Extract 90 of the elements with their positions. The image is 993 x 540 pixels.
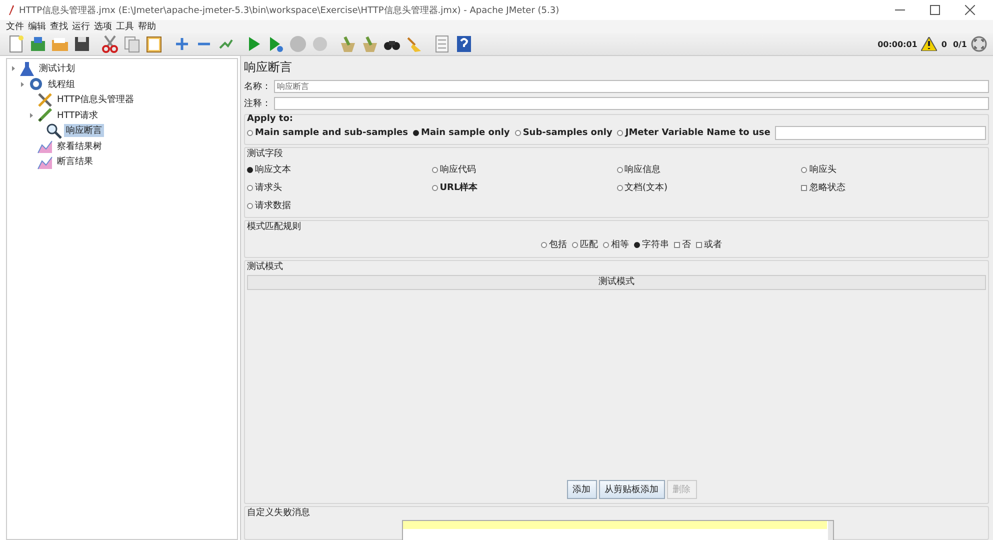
tools-icon bbox=[37, 92, 53, 108]
radio-button[interactable] bbox=[247, 184, 253, 190]
thread-count: 0/1 bbox=[952, 40, 967, 48]
tree-node[interactable]: HTTP请求 bbox=[55, 108, 100, 122]
comment-field[interactable] bbox=[274, 97, 989, 110]
radio-button[interactable] bbox=[432, 166, 438, 172]
option-label[interactable]: Main sample and sub-samples bbox=[255, 128, 408, 138]
option-label[interactable]: Main sample only bbox=[421, 128, 510, 138]
option-label[interactable]: 响应头 bbox=[809, 163, 836, 176]
elapsed-time: 00:00:01 bbox=[878, 40, 918, 48]
option-label[interactable]: 忽略状态 bbox=[809, 181, 846, 194]
menu-item[interactable]: 工具 bbox=[116, 20, 134, 33]
warning-count: 0 bbox=[941, 40, 947, 48]
group-title: Apply to: bbox=[247, 114, 294, 124]
scrollbar[interactable] bbox=[828, 521, 833, 540]
group-title: 测试字段 bbox=[247, 148, 284, 160]
add-button[interactable]: 添加 bbox=[566, 480, 596, 499]
help-icon[interactable] bbox=[455, 35, 473, 53]
option-label[interactable]: 包括 bbox=[549, 238, 567, 251]
checkbox[interactable] bbox=[674, 242, 680, 248]
flask-icon bbox=[19, 60, 35, 77]
group-title: 测试模式 bbox=[247, 260, 284, 273]
checkbox[interactable] bbox=[696, 242, 702, 248]
field-label: 名称： bbox=[244, 80, 272, 93]
option-label[interactable]: 或者 bbox=[704, 238, 722, 251]
radio-button[interactable] bbox=[541, 242, 547, 248]
panel-title: 响应断言 bbox=[244, 59, 293, 76]
radio-button[interactable] bbox=[572, 242, 578, 248]
option-label[interactable]: 响应代码 bbox=[440, 163, 476, 176]
menu-item[interactable]: 查找 bbox=[50, 20, 68, 33]
copy-icon[interactable] bbox=[123, 35, 141, 53]
option-label[interactable]: 请求数据 bbox=[255, 199, 291, 212]
option-label[interactable]: 文档(文本) bbox=[624, 181, 668, 194]
close-icon bbox=[965, 5, 975, 15]
menu-item[interactable]: 编辑 bbox=[28, 20, 46, 33]
group-title: 模式匹配规则 bbox=[247, 220, 302, 233]
expand-icon[interactable] bbox=[173, 35, 191, 53]
tree-node[interactable]: HTTP信息头管理器 bbox=[55, 93, 136, 106]
column-header[interactable]: 测试模式 bbox=[247, 275, 986, 290]
radio-button[interactable] bbox=[616, 184, 622, 190]
chart-icon bbox=[37, 138, 53, 154]
option-label[interactable]: Sub-samples only bbox=[522, 128, 612, 138]
radio-button[interactable] bbox=[247, 130, 253, 136]
pencil-icon bbox=[37, 107, 53, 124]
tree-node[interactable]: 察看结果树 bbox=[55, 140, 104, 153]
option-label[interactable]: 否 bbox=[682, 238, 691, 251]
expand-handle-icon[interactable] bbox=[11, 66, 16, 72]
window-title: HTTP信息头管理器.jmx (E:\Jmeter\apache-jmeter-5.3\bin\workspace\Exercise\HTTP信息头管理器.jmx) - Apache JMeter (5.3) bbox=[19, 4, 560, 16]
paste-add-button[interactable]: 从剪贴板添加 bbox=[598, 480, 664, 499]
radio-button[interactable] bbox=[801, 166, 808, 172]
radio-button[interactable] bbox=[634, 242, 640, 248]
group-title: 自定义失败消息 bbox=[247, 506, 311, 519]
variable-name-field[interactable] bbox=[775, 126, 986, 140]
tree-node[interactable]: 测试计划 bbox=[37, 62, 77, 76]
radio-button[interactable] bbox=[617, 130, 624, 136]
name-field[interactable]: 响应断言 bbox=[274, 80, 989, 93]
menu-item[interactable]: 运行 bbox=[72, 20, 90, 33]
warning-icon[interactable] bbox=[921, 37, 938, 51]
menu-item[interactable]: 帮助 bbox=[138, 20, 156, 33]
feather-icon bbox=[8, 5, 14, 15]
expand-handle-icon[interactable] bbox=[29, 112, 34, 118]
option-label[interactable]: 匹配 bbox=[580, 238, 598, 251]
maximize-icon bbox=[930, 5, 940, 15]
option-label[interactable]: 响应文本 bbox=[255, 163, 291, 176]
option-label[interactable]: JMeter Variable Name to use bbox=[625, 128, 770, 138]
menu-item[interactable]: 选项 bbox=[94, 20, 112, 33]
checkbox[interactable] bbox=[801, 184, 808, 190]
option-label[interactable]: 字符串 bbox=[642, 238, 669, 251]
tree-node[interactable]: 断言结果 bbox=[55, 155, 95, 168]
radio-button[interactable] bbox=[616, 166, 622, 172]
radio-button[interactable] bbox=[247, 166, 253, 172]
new-file-icon[interactable] bbox=[7, 35, 25, 53]
radio-button[interactable] bbox=[413, 130, 420, 136]
option-label[interactable]: 相等 bbox=[611, 238, 629, 251]
message-text-area[interactable] bbox=[402, 520, 834, 540]
option-label[interactable]: 请求头 bbox=[255, 181, 282, 194]
option-label[interactable]: URL样本 bbox=[440, 181, 478, 194]
radio-button[interactable] bbox=[514, 130, 521, 136]
menu-item[interactable]: 文件 bbox=[6, 20, 24, 33]
field-label: 注释： bbox=[244, 98, 272, 110]
tree-node[interactable]: 响应断言 bbox=[64, 124, 104, 138]
tree-node[interactable]: 线程组 bbox=[46, 78, 77, 91]
radio-button[interactable] bbox=[603, 242, 609, 248]
radio-button[interactable] bbox=[432, 184, 438, 190]
expand-handle-icon[interactable] bbox=[20, 82, 25, 87]
option-label[interactable]: 响应信息 bbox=[624, 163, 660, 176]
radio-button[interactable] bbox=[247, 202, 253, 208]
magnifier-icon bbox=[46, 122, 62, 139]
save-icon[interactable] bbox=[73, 35, 91, 53]
cut-icon[interactable] bbox=[101, 35, 119, 53]
